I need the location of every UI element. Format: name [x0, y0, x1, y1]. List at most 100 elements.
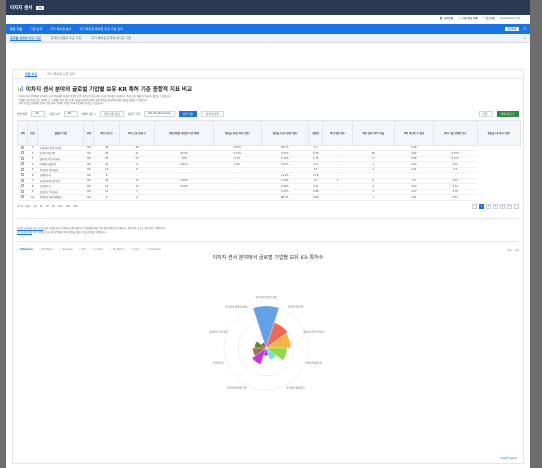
column-header[interactable]: 특허 보유 수	[93, 119, 120, 146]
tab-summary[interactable]: 종합 비교	[25, 72, 38, 77]
chart-type-tabs: ▢ Windrose ▢ 2D Matrix ▢ Treemap ▢ Bar ▢ Sca…	[13, 242, 523, 252]
page-button[interactable]: ›	[514, 203, 519, 209]
sitemap-link[interactable]: 👤 사이트맵	[440, 16, 453, 21]
footnote-link[interactable]: 신청은 (a) 특허 (b) count	[17, 227, 43, 230]
period-select[interactable]: 20	[31, 110, 46, 117]
reset-button[interactable]: 검색 초기화	[200, 110, 224, 117]
column-header[interactable]: 특허 피인용 수 평균	[393, 119, 435, 146]
favorites-link[interactable]: ⭐ 나의 관심 목록	[458, 16, 478, 21]
type-select[interactable]: 기업 기준 선정	[99, 110, 124, 117]
chart-tab[interactable]: ▢ Bar	[79, 248, 86, 251]
resize-grip[interactable]: · · ·	[6, 43, 530, 48]
column-header[interactable]: 특허 신규 등록 수	[118, 119, 156, 146]
table-cell: -	[322, 194, 353, 201]
chart-tab[interactable]: ▢ Treemap	[60, 248, 73, 251]
powered-by: powered by 특허	[499, 17, 520, 20]
table-cell: 0.67	[433, 194, 477, 201]
category-label: 주식회사 엘지화학	[286, 385, 305, 389]
page-size-option[interactable]: 500	[73, 205, 78, 208]
row-checkbox[interactable]	[21, 151, 25, 155]
page-button[interactable]: 3	[493, 203, 498, 209]
column-header[interactable]: 번호	[27, 119, 39, 146]
row-checkbox[interactable]	[21, 167, 25, 171]
column-header[interactable]: 특허 상위 10% 비율	[351, 119, 395, 146]
table-cell: -	[213, 194, 262, 201]
row-checkbox[interactable]	[21, 162, 25, 166]
category-label: LG에너지솔루션	[305, 360, 321, 364]
search-button[interactable]: 검색 적용	[178, 110, 197, 117]
notes: · 이차지 센서 분야에서 보유하는 국가 특허권의 성과를 글로벌 기업 기준…	[13, 95, 523, 106]
language-select[interactable]: 한국어	[505, 27, 520, 31]
tab-global[interactable]: 글로벌 관점의 주요 기업	[10, 36, 41, 41]
logout-link[interactable]: ⎋ 로그아웃	[483, 16, 495, 21]
page-button[interactable]: ‹	[472, 203, 477, 209]
page-size-option[interactable]: 200	[66, 205, 71, 208]
browser-frame: 이지지 센서 EN 👤 사이트맵 ⭐ 나의 관심 목록 ⎋ 로그아웃 power…	[6, 0, 530, 468]
brand-tag[interactable]: EN	[36, 5, 45, 10]
row-checkbox[interactable]	[21, 195, 25, 199]
chart-tab[interactable]: ▢ Scatter	[92, 248, 104, 251]
category-label: 엘지이노텍 주식회사	[303, 330, 324, 334]
tab-similar[interactable]: 국가 특허권 한국에 유사한 기업	[91, 36, 131, 40]
page-button[interactable]: 4	[500, 203, 505, 209]
column-header[interactable]: 집중성	[308, 119, 324, 146]
row-checkbox[interactable]	[21, 184, 25, 188]
chart-action-button[interactable]: 확대	[507, 248, 511, 252]
category-label: 삼성전자 주식회사	[209, 330, 228, 334]
column-header[interactable]: 국적	[83, 119, 95, 146]
column-header[interactable]: 점유율 (신규 등록 기준)	[260, 119, 310, 146]
unit-select[interactable]: 단위	[478, 110, 493, 117]
windrose-chart: 국내 센서 분야 A기업한국전기연구원엘지이노텍 주식회사 LG에너지솔루션주식회…	[209, 295, 325, 391]
row-checkbox[interactable]	[21, 145, 25, 149]
nav-item-main[interactable]: 주요 기업	[10, 27, 22, 31]
region-select[interactable]: KR (South Korea)	[144, 110, 175, 117]
row-checkbox[interactable]	[21, 173, 25, 177]
data-credit[interactable]: Data Flagship	[501, 457, 517, 460]
table-cell: 1	[352, 194, 395, 201]
chart-action-button[interactable]: 인쇄	[515, 248, 519, 252]
country-select[interactable]: KR	[63, 110, 78, 117]
row-checkbox[interactable]	[21, 178, 25, 182]
chart-tab[interactable]: ▢ 3D Matrix	[110, 248, 125, 251]
category-label: 한양대학교	[213, 360, 225, 364]
page-button[interactable]: 2	[486, 203, 491, 209]
close-icon[interactable]: ×	[523, 36, 526, 40]
page-size-option[interactable]: 30	[46, 205, 49, 208]
category-label: 한국전기연구원	[288, 305, 303, 309]
nav-item-search[interactable]: 기업 검색	[30, 27, 42, 31]
column-header[interactable]: 특허 기술 영향력 지수	[433, 119, 478, 146]
page-button[interactable]: 5	[507, 203, 512, 209]
table-cell: 10	[27, 194, 38, 201]
chart-tab[interactable]: ▢ 2D Scatter	[145, 248, 161, 251]
column-header[interactable]: 출원인 이름	[37, 119, 85, 146]
tab-input[interactable]: 국가 특허권 신청 입력	[47, 72, 75, 76]
chart-tab[interactable]: ▢ Windrose	[17, 248, 33, 251]
table-row[interactable]: 10 주식회사 에이치피에스 KR 6 8- -86.3% 3.89-1 0.11 0.67	[17, 194, 521, 201]
column-header[interactable]: 특허 평균 점수	[322, 119, 353, 146]
page-size-option[interactable]: 50	[52, 205, 55, 208]
column-header[interactable]: 점유율 (보유 특허 기준)	[213, 119, 262, 146]
nav-item-agency[interactable]: 국가 특허권 특허권 주관 기관 검색	[79, 27, 122, 31]
page-button[interactable]: 1	[479, 203, 484, 209]
page-size-option[interactable]: 20	[40, 205, 43, 208]
menu-icon[interactable]: ☰	[523, 27, 526, 31]
nav-item-analysis[interactable]: 국가 특허권 분석	[50, 27, 71, 31]
column-header[interactable]: 인용성장률 (피인용 1년 대비)	[154, 119, 215, 146]
row-checkbox[interactable]	[21, 156, 25, 160]
footnote-link[interactable]: 점유율 (a) 특허	[17, 231, 32, 234]
page-size-option[interactable]: 10	[34, 205, 37, 208]
excel-download-button[interactable]: 엑셀다운로드	[496, 110, 519, 117]
tab-domestic[interactable]: 한국내 관점의 주요 기업	[51, 36, 81, 40]
table-cell: 6	[93, 194, 120, 201]
category-label: 국내 센서 분야 A기업	[255, 295, 277, 299]
row-checkbox[interactable]	[21, 189, 25, 193]
page-size-option[interactable]: 100	[58, 205, 63, 208]
chart-tab[interactable]: ▢ Polar	[130, 248, 139, 251]
chart-tab[interactable]: ▢ 2D Matrix	[39, 248, 54, 251]
chart-icon: 📊	[17, 86, 24, 92]
column-header[interactable]: 점유율 (국 특허 기준)	[476, 119, 521, 146]
column-header[interactable]: 선택	[16, 119, 29, 146]
table-cell: 0.11	[394, 194, 434, 201]
brand-logo[interactable]: 이지지 센서	[10, 5, 32, 11]
category-label: 한국전자통신연구원	[227, 385, 247, 389]
